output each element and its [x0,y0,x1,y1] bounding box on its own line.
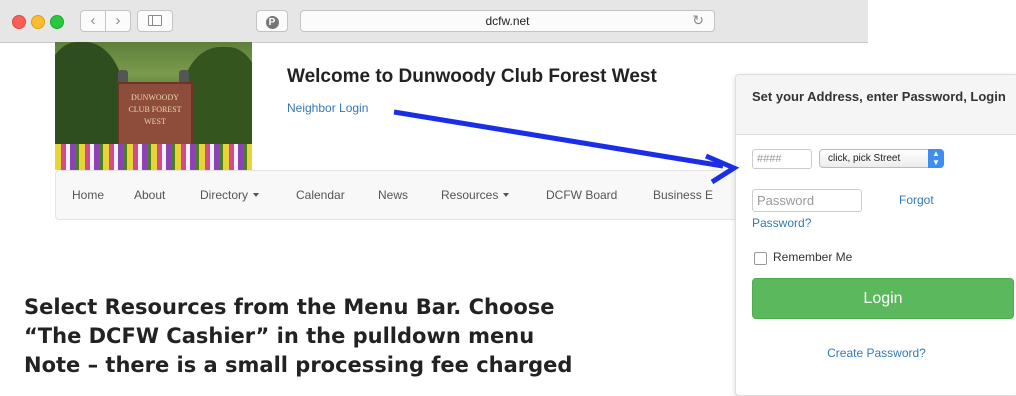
remember-me-label: Remember Me [773,250,853,264]
reload-icon[interactable]: ↻ [692,12,704,29]
nav-item-dcfw-board[interactable]: DCFW Board [546,188,617,202]
caret-down-icon [253,193,260,197]
pinterest-icon: P [265,16,279,29]
nav-item-calendar[interactable]: Calendar [296,188,345,202]
nav-item-business[interactable]: Business E [653,188,713,202]
instruction-text: Select Resources from the Menu Bar. Choo… [24,293,724,380]
arrow-shaft [393,109,724,169]
nav-item-news[interactable]: News [378,188,408,202]
nav-item-about[interactable]: About [134,188,165,202]
zoom-window-icon[interactable] [50,15,64,29]
instruction-line: Note – there is a small processing fee c… [24,353,573,377]
browser-toolbar: ‹ › P dcfw.net ↻ [0,0,868,43]
login-panel-title: Set your Address, enter Password, Login [752,89,1006,104]
house-number-input[interactable]: #### [752,149,812,169]
nav-item-label: Calendar [296,188,345,202]
nav-item-home[interactable]: Home [72,188,104,202]
instruction-line: “The DCFW Cashier” in the pulldown menu [24,324,535,348]
url-text: dcfw.net [485,14,530,28]
pinterest-button[interactable]: P [256,10,288,32]
nav-item-label: About [134,188,166,202]
brick-sign-wall: DUNWOODY CLUB FOREST WEST [117,82,193,152]
close-window-icon[interactable] [12,15,26,29]
neighbor-login-link[interactable]: Neighbor Login [287,101,368,115]
flower-bed [55,144,252,170]
forward-icon: › [115,12,121,29]
nav-item-label: DCFW Board [546,188,618,202]
entrance-sign-photo: DUNWOODY CLUB FOREST WEST [55,42,252,170]
nav-item-label: Directory [200,188,249,202]
nav-item-label: Business E [653,188,714,202]
nav-item-label: News [378,188,409,202]
sidebar-toggle-button[interactable] [137,10,173,32]
back-icon: ‹ [90,12,96,29]
login-panel: Set your Address, enter Password, Login … [735,74,1016,396]
nav-item-directory[interactable]: Directory [200,188,260,202]
forgot-password-link-continued[interactable]: Password? [752,216,811,230]
select-arrows-icon: ▲ ▼ [928,149,944,168]
minimize-window-icon[interactable] [31,15,45,29]
main-navbar: Home About Directory Calendar News Resou… [55,170,757,220]
street-select-value: click, pick Street [828,153,901,164]
forward-button[interactable]: › [105,10,131,32]
sign-lettering: DUNWOODY CLUB FOREST WEST [128,93,182,126]
login-panel-header: Set your Address, enter Password, Login [736,75,1016,135]
create-password-link[interactable]: Create Password? [736,346,1016,360]
forgot-password-link[interactable]: Forgot [899,193,934,207]
instruction-line: Select Resources from the Menu Bar. Choo… [24,295,555,319]
street-select[interactable]: click, pick Street ▲ ▼ [819,149,944,168]
site-title: Welcome to Dunwoody Club Forest West [287,66,657,87]
nav-item-label: Home [72,188,105,202]
back-button[interactable]: ‹ [80,10,106,32]
password-input[interactable]: Password [752,189,862,212]
address-bar[interactable]: dcfw.net ↻ [300,10,715,32]
caret-down-icon [503,193,510,197]
nav-item-label: Resources [441,188,499,202]
login-button[interactable]: Login [752,278,1014,319]
nav-item-resources[interactable]: Resources [441,188,510,202]
sidebar-icon [148,15,162,26]
remember-me-checkbox[interactable] [754,252,767,265]
